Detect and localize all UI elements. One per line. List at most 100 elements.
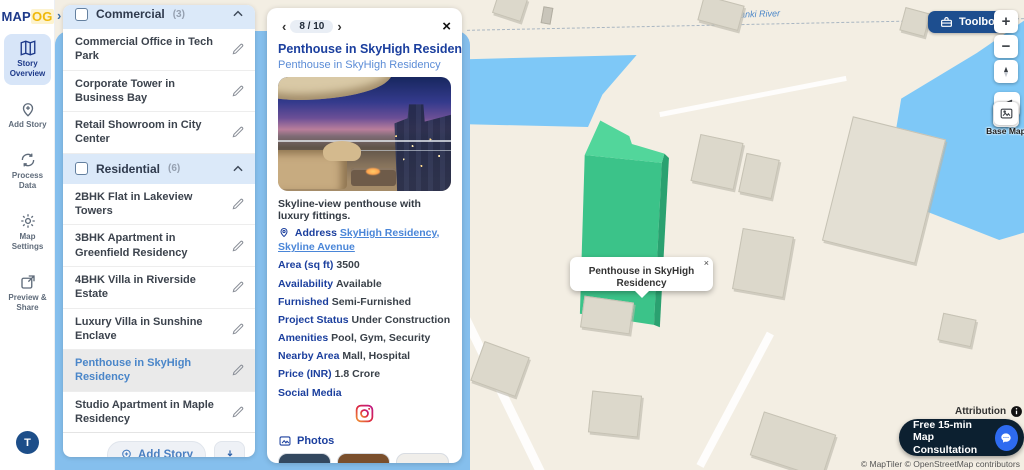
field-amenities: Amenities Pool, Gym, Security [278, 331, 451, 345]
list-item[interactable]: Corporate Tower in Business Bay [63, 71, 255, 113]
list-item[interactable]: 3BHK Apartment in Greenfield Residency [63, 225, 255, 267]
toolbox-icon [941, 16, 952, 27]
story-list-panel: Homes Commercial (3) Commercial Office i… [63, 5, 255, 457]
edit-pencil-icon[interactable] [231, 405, 245, 419]
chat-bubble-icon [994, 424, 1018, 451]
photo-thumbnail-lounge[interactable] [337, 452, 390, 463]
map-canvas[interactable]: Panki River × Penthouse in SkyHigh Resid… [462, 0, 1024, 470]
list-item-label: Luxury Villa in Sunshine Enclave [75, 315, 203, 342]
popup-label: Penthouse in SkyHigh Residency [588, 266, 695, 289]
field-furnished: Furnished Semi-Furnished [278, 295, 451, 309]
edit-pencil-icon[interactable] [231, 197, 245, 211]
zoom-in-button[interactable]: + [994, 10, 1018, 33]
photo-railing [278, 139, 451, 142]
group-count: (3) [172, 8, 185, 20]
detail-subtitle-link[interactable]: Penthouse in SkyHigh Residency [278, 59, 451, 71]
photo-thumbnail-bedroom[interactable] [278, 452, 331, 463]
map-building [821, 116, 947, 264]
photo-thumbnail-living-room[interactable] [396, 452, 449, 463]
info-icon [1011, 406, 1023, 417]
field-value: Semi-Furnished [331, 295, 412, 308]
list-item[interactable]: Studio Apartment in Maple Residency [63, 392, 255, 433]
edit-pencil-icon[interactable] [231, 322, 245, 336]
add-story-button[interactable]: Add Story [107, 440, 206, 457]
field-label: Social Media [278, 386, 342, 399]
add-story-icon [22, 103, 33, 117]
edit-pencil-icon[interactable] [231, 84, 245, 98]
field-value: Under Construction [351, 313, 451, 326]
photo-thumbnails [278, 452, 451, 463]
group-name: Commercial [96, 7, 165, 21]
group-header-commercial[interactable]: Commercial (3) [63, 5, 255, 29]
field-address: Address SkyHigh Residency, Skyline Avenu… [278, 226, 451, 254]
social-icons-row [278, 403, 451, 429]
map-building [749, 411, 837, 470]
list-item-label: 4BHK Villa in Riverside Estate [75, 273, 196, 301]
detail-description: Skyline-view penthouse with luxury fitti… [278, 198, 421, 222]
field-label: Amenities [278, 332, 329, 345]
photo-ceiling [278, 77, 393, 100]
cta-line1: Free 15-min Map [913, 418, 972, 444]
nav-label: Add Story [8, 120, 47, 129]
compass-button[interactable] [994, 60, 1018, 83]
nav-item-story-overview[interactable]: Story Overview [4, 34, 51, 85]
instagram-icon[interactable] [354, 403, 375, 424]
list-item[interactable]: Commercial Office in Tech Park [63, 29, 255, 71]
map-building [587, 390, 643, 438]
edit-pencil-icon[interactable] [231, 125, 245, 139]
list-item-label: 2BHK Flat in Lakeview Towers [75, 190, 193, 218]
nav-item-preview-share[interactable]: Preview & Share [4, 268, 51, 319]
edit-pencil-icon[interactable] [231, 280, 245, 294]
pager-prev-icon[interactable]: ‹ [278, 20, 290, 33]
pager-next-icon[interactable]: › [333, 20, 345, 33]
app-logo[interactable]: MAPOG [0, 0, 55, 24]
group-name: Residential [96, 161, 161, 176]
photos-label: Photos [297, 434, 335, 447]
field-value: 3500 [336, 259, 360, 272]
nav-item-add-story[interactable]: Add Story [4, 95, 51, 136]
compass-icon [1003, 66, 1009, 77]
download-button[interactable] [214, 440, 245, 457]
nav-item-process-data[interactable]: Process Data [4, 146, 51, 197]
chevron-up-icon[interactable] [231, 7, 245, 21]
chevron-up-icon[interactable] [231, 162, 245, 176]
close-icon[interactable]: × [442, 19, 451, 34]
edit-pencil-icon[interactable] [231, 363, 245, 377]
panel-expand-arrow-icon[interactable]: › [57, 8, 61, 23]
story-detail-panel: ‹ 8 / 10 › × Penthouse in SkyHigh Reside… [267, 8, 462, 463]
checkbox[interactable] [75, 162, 88, 176]
list-item-label: 3BHK Apartment in Greenfield Residency [75, 232, 188, 259]
field-label: Nearby Area [278, 350, 340, 363]
popup-close-icon[interactable]: × [704, 258, 709, 268]
base-map-button[interactable] [994, 102, 1018, 125]
edit-pencil-icon[interactable] [231, 42, 245, 56]
property-photo[interactable] [278, 77, 451, 191]
list-item[interactable]: 2BHK Flat in Lakeview Towers [63, 184, 255, 226]
map-building [690, 133, 744, 191]
list-item-selected[interactable]: Penthouse in SkyHigh Residency [63, 350, 255, 392]
list-item[interactable]: 4BHK Villa in Riverside Estate [63, 267, 255, 309]
nav-item-map-settings[interactable]: Map Settings [4, 207, 51, 258]
field-label: Availability [278, 277, 334, 290]
map-building [732, 227, 794, 299]
checkbox[interactable] [75, 7, 88, 21]
pager-count: 8 / 10 [290, 20, 334, 33]
field-value: 1.8 Crore [334, 368, 381, 381]
list-item-label: Retail Showroom in City Center [75, 119, 202, 146]
list-item[interactable]: Retail Showroom in City Center [63, 112, 255, 154]
base-map-label: Base Map [986, 126, 1024, 136]
list-item[interactable]: Luxury Villa in Sunshine Enclave [63, 309, 255, 351]
user-avatar[interactable]: T [16, 431, 39, 454]
photo-sofa [322, 140, 362, 162]
zoom-out-button[interactable]: − [994, 35, 1018, 58]
map-popup[interactable]: × Penthouse in SkyHigh Residency [570, 257, 713, 298]
list-footer: Add Story [63, 432, 255, 457]
edit-pencil-icon[interactable] [231, 239, 245, 253]
address-pin-icon [280, 228, 288, 238]
field-value: Pool, Gym, Security [331, 332, 431, 345]
field-project-status: Project Status Under Construction [278, 313, 451, 327]
consultation-cta-button[interactable]: Free 15-min Map Consultation [899, 419, 1024, 456]
attribution-control[interactable]: Attribution [955, 405, 1023, 418]
group-header-residential[interactable]: Residential (6) [63, 153, 255, 184]
nav-label: Map Settings [11, 232, 44, 251]
